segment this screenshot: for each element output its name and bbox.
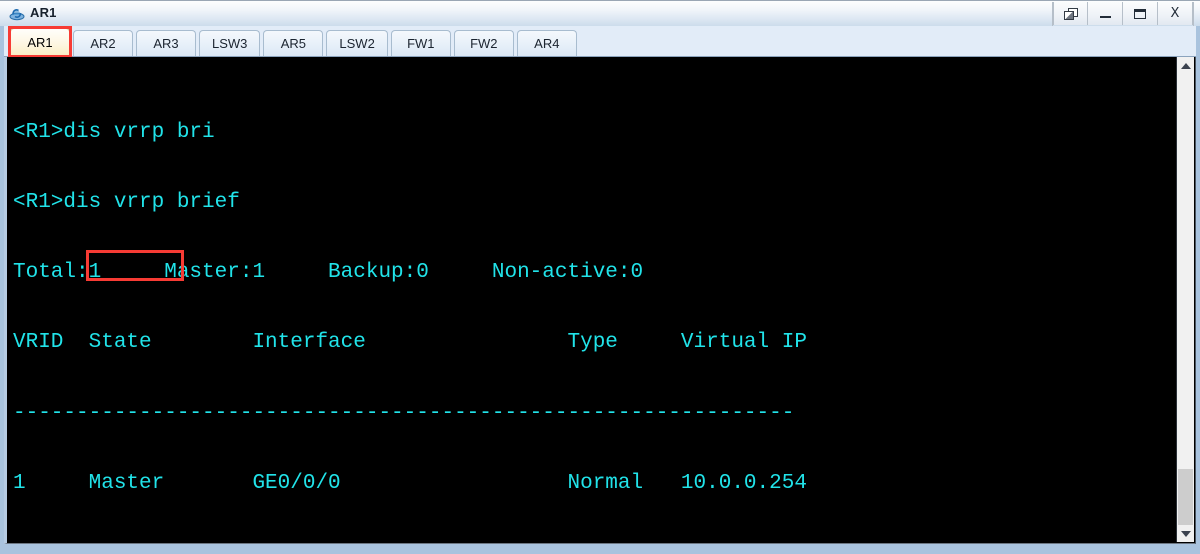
tab-lsw2[interactable]: LSW2 <box>326 30 388 56</box>
terminal-line: VRID State Interface Type Virtual IP <box>13 331 807 355</box>
router-icon <box>8 5 26 23</box>
tab-label: AR1 <box>27 35 53 50</box>
tab-label: AR5 <box>280 36 307 51</box>
chevron-up-icon <box>1180 62 1191 69</box>
maximize-window-button[interactable] <box>1123 2 1158 25</box>
close-window-button[interactable]: X <box>1158 2 1193 25</box>
close-icon: X <box>1170 6 1180 21</box>
window-frame-left <box>0 26 4 554</box>
minimize-icon <box>1099 16 1111 18</box>
terminal-line: ----------------------------------------… <box>13 401 795 425</box>
device-tabbar: AR1 AR2 AR3 LSW3 AR5 LSW2 FW1 FW2 AR4 <box>4 26 1196 58</box>
restore-window-button[interactable] <box>1053 2 1088 25</box>
tab-ar3[interactable]: AR3 <box>136 30 196 56</box>
tab-ar2[interactable]: AR2 <box>73 30 133 56</box>
chevron-down-icon <box>1180 530 1191 537</box>
window-frame-bottom <box>0 544 1200 554</box>
terminal-line: 1 Master GE0/0/0 Normal 10.0.0.254 <box>13 471 807 495</box>
tab-label: AR4 <box>534 36 560 51</box>
tab-ar5[interactable]: AR5 <box>263 30 324 56</box>
terminal-line: <R1>dis vrrp brief <box>13 191 240 215</box>
tab-ar4[interactable]: AR4 <box>516 30 577 56</box>
terminal-scrollbar[interactable] <box>1176 57 1194 542</box>
tab-fw2[interactable]: FW2 <box>453 30 514 56</box>
tab-label: LSW3 <box>212 36 248 51</box>
terminal-output: <R1>dis vrrp bri <R1>dis vrrp brief Tota… <box>13 74 807 543</box>
terminal-window: AR1 X AR1 AR2 AR3 LSW3 AR5 LSW2 FW1 FW2 … <box>0 0 1200 554</box>
terminal-console[interactable]: <R1>dis vrrp bri <R1>dis vrrp brief Tota… <box>4 57 1196 544</box>
window-title: AR1 <box>30 5 57 20</box>
window-frame-right <box>1196 26 1200 554</box>
scroll-down-button[interactable] <box>1177 525 1194 542</box>
restore-icon <box>1063 7 1078 20</box>
window-controls: X <box>1052 2 1194 26</box>
tab-label: AR2 <box>90 36 116 51</box>
scrollbar-thumb[interactable] <box>1178 469 1193 525</box>
window-titlebar: AR1 X <box>0 0 1200 26</box>
tab-ar1[interactable]: AR1 <box>8 26 72 58</box>
tab-fw1[interactable]: FW1 <box>390 30 451 56</box>
maximize-icon <box>1134 8 1146 19</box>
minimize-window-button[interactable] <box>1088 2 1123 25</box>
tab-label: FW1 <box>407 36 435 51</box>
tab-label: AR3 <box>153 36 179 51</box>
terminal-line: Total:1 Master:1 Backup:0 Non-active:0 <box>13 261 644 285</box>
tab-label: LSW2 <box>339 36 375 51</box>
tab-label: FW2 <box>470 36 498 51</box>
scroll-up-button[interactable] <box>1177 57 1194 74</box>
scrollbar-track[interactable] <box>1177 74 1194 525</box>
terminal-line: <R1>dis vrrp bri <box>13 120 215 144</box>
tab-lsw3[interactable]: LSW3 <box>199 30 261 56</box>
